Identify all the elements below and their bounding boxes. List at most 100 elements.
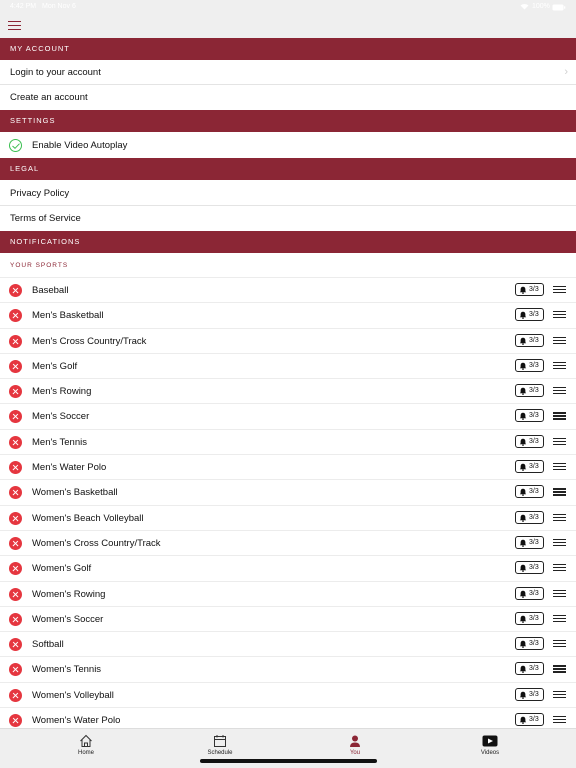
hamburger-menu-icon[interactable] (8, 21, 21, 31)
sport-row: Women's Rowing 3/3 (0, 580, 576, 606)
sport-name: Men's Cross Country/Track (32, 335, 147, 347)
drag-handle-icon[interactable] (553, 437, 566, 446)
sport-name: Men's Basketball (32, 310, 104, 322)
drag-handle-icon[interactable] (553, 564, 566, 572)
sport-row: Men's Cross Country/Track 3/3 (0, 327, 576, 353)
drag-handle-icon[interactable] (553, 640, 566, 648)
remove-sport-icon[interactable] (9, 511, 22, 525)
sport-row: Men's Water Polo 3/3 (0, 454, 576, 479)
sport-name: Men's Tennis (32, 436, 87, 448)
drag-handle-icon[interactable] (553, 716, 566, 724)
app-root: 4:42 PM Mon Nov 6 100% MY ACCOUNT Login … (0, 0, 576, 768)
notification-settings-button[interactable]: 3/3 (515, 611, 544, 625)
login-row[interactable]: Login to your account › (0, 60, 576, 85)
remove-sport-icon[interactable] (9, 309, 22, 323)
remove-sport-icon[interactable] (9, 562, 22, 576)
remove-sport-icon[interactable] (9, 284, 22, 297)
notification-settings-button[interactable]: 3/3 (515, 485, 544, 499)
remove-sport-icon[interactable] (9, 536, 22, 550)
drag-handle-icon[interactable] (553, 589, 566, 598)
status-bar: 4:42 PM Mon Nov 6 100% (0, 0, 576, 14)
notification-settings-button[interactable]: 3/3 (515, 460, 544, 475)
calendar-icon (190, 734, 250, 748)
remove-sport-icon[interactable] (9, 587, 22, 601)
drag-handle-icon[interactable] (553, 690, 566, 699)
sport-name: Women's Volleyball (32, 689, 114, 701)
tab-home[interactable]: Home (56, 734, 116, 756)
remove-sport-icon[interactable] (9, 714, 22, 728)
notification-settings-button[interactable]: 3/3 (515, 283, 544, 296)
bell-icon (519, 640, 527, 652)
remove-sport-icon[interactable] (9, 612, 22, 626)
create-account-row[interactable]: Create an account (0, 85, 576, 110)
home-icon (56, 734, 116, 748)
remove-sport-icon[interactable] (9, 461, 22, 475)
tab-you[interactable]: You (325, 734, 385, 756)
notification-settings-button[interactable]: 3/3 (515, 662, 544, 676)
remove-sport-icon[interactable] (9, 410, 22, 424)
bell-icon (519, 564, 527, 576)
drag-handle-icon[interactable] (553, 665, 566, 673)
sport-name: Women's Cross Country/Track (32, 537, 161, 549)
sport-row: Women's Volleyball 3/3 (0, 681, 576, 707)
battery-icon (552, 4, 566, 13)
video-autoplay-toggle[interactable]: Enable Video Autoplay (0, 133, 576, 158)
drag-handle-icon[interactable] (553, 387, 566, 395)
login-label: Login to your account (10, 67, 101, 78)
remove-sport-icon[interactable] (9, 688, 22, 702)
tab-schedule[interactable]: Schedule (190, 734, 250, 756)
person-icon (325, 734, 385, 748)
section-header-legal: LEGAL (0, 158, 576, 180)
drag-handle-icon[interactable] (553, 336, 566, 345)
drag-handle-icon[interactable] (553, 488, 566, 496)
notification-count: 3/3 (529, 538, 539, 546)
notification-count: 3/3 (529, 640, 539, 648)
bell-icon (519, 311, 527, 323)
notification-settings-button[interactable]: 3/3 (515, 409, 544, 423)
remove-sport-icon[interactable] (9, 435, 22, 449)
sport-name: Women's Rowing (32, 588, 106, 600)
notification-settings-button[interactable]: 3/3 (515, 434, 544, 448)
bell-icon (519, 463, 527, 475)
remove-sport-icon[interactable] (9, 385, 22, 399)
section-header-notifications: NOTIFICATIONS (0, 231, 576, 253)
notification-settings-button[interactable]: 3/3 (515, 384, 544, 398)
create-account-label: Create an account (10, 92, 88, 103)
notification-settings-button[interactable]: 3/3 (515, 535, 544, 549)
drag-handle-icon[interactable] (553, 286, 566, 294)
remove-sport-icon[interactable] (9, 334, 22, 348)
remove-sport-icon[interactable] (9, 638, 22, 652)
notification-settings-button[interactable]: 3/3 (515, 308, 544, 323)
notification-settings-button[interactable]: 3/3 (515, 713, 544, 727)
notification-settings-button[interactable]: 3/3 (515, 561, 544, 576)
privacy-policy-row[interactable]: Privacy Policy (0, 181, 576, 206)
remove-sport-icon[interactable] (9, 486, 22, 500)
remove-sport-icon[interactable] (9, 359, 22, 373)
notification-settings-button[interactable]: 3/3 (515, 510, 544, 524)
notification-settings-button[interactable]: 3/3 (515, 333, 544, 347)
sport-name: Women's Water Polo (32, 715, 121, 727)
remove-sport-icon[interactable] (9, 663, 22, 677)
notification-count: 3/3 (529, 387, 539, 395)
drag-handle-icon[interactable] (553, 311, 566, 319)
drag-handle-icon[interactable] (553, 463, 566, 471)
video-autoplay-label: Enable Video Autoplay (32, 140, 128, 151)
sports-list: Baseball 3/3 Men's Basketball 3/3 Men's Cros… (0, 277, 576, 732)
drag-handle-icon[interactable] (553, 412, 566, 420)
terms-of-service-row[interactable]: Terms of Service (0, 206, 576, 231)
notification-count: 3/3 (529, 437, 539, 445)
drag-handle-icon[interactable] (553, 614, 566, 623)
notification-count: 3/3 (529, 412, 539, 420)
notification-settings-button[interactable]: 3/3 (515, 687, 544, 701)
drag-handle-icon[interactable] (553, 513, 566, 522)
notification-count: 3/3 (529, 614, 539, 622)
tab-videos[interactable]: Videos (460, 734, 520, 756)
sport-row: Women's Cross Country/Track 3/3 (0, 529, 576, 555)
notification-settings-button[interactable]: 3/3 (515, 637, 544, 652)
sport-row: Women's Golf 3/3 (0, 555, 576, 580)
sport-name: Men's Golf (32, 360, 78, 372)
notification-settings-button[interactable]: 3/3 (515, 358, 544, 372)
drag-handle-icon[interactable] (553, 361, 566, 370)
drag-handle-icon[interactable] (553, 538, 566, 547)
notification-settings-button[interactable]: 3/3 (515, 586, 544, 600)
